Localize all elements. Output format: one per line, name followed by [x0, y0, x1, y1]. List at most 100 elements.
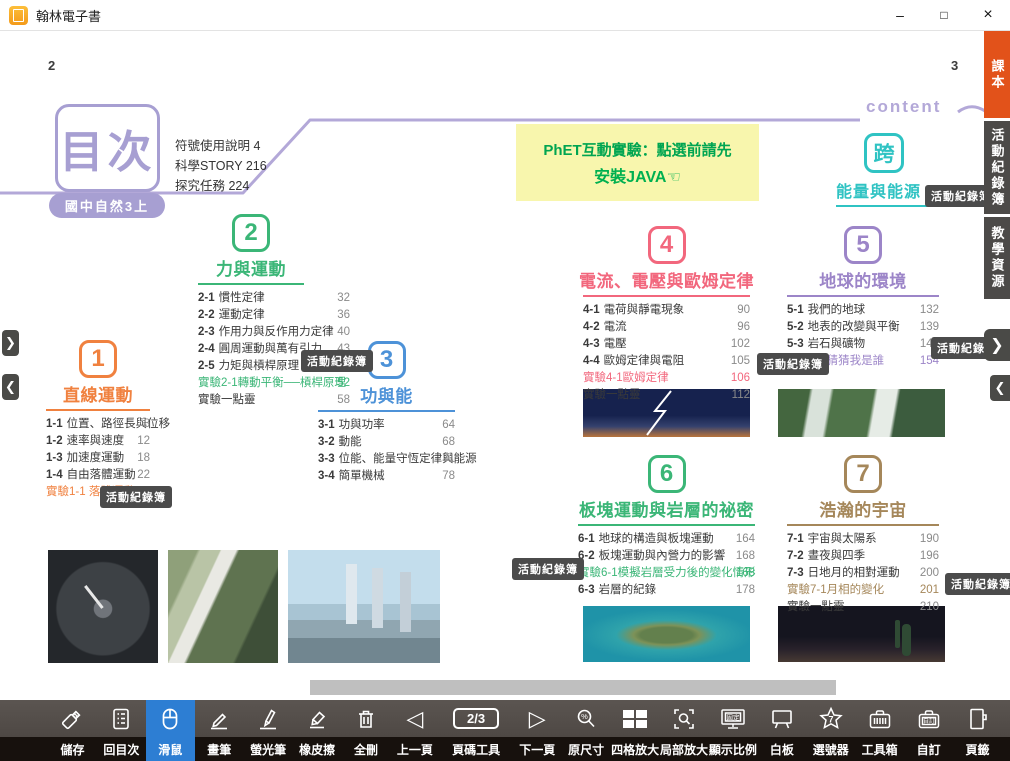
toc-item[interactable]: 實驗4-1歐姆定律106 [583, 370, 750, 387]
toc-item[interactable]: 1-1位置、路徑長與位移8 [46, 416, 150, 433]
toc-item[interactable]: 2-1慣性定律32 [198, 290, 350, 307]
chapter-1-number-icon[interactable]: 1 [79, 340, 117, 378]
display-ratio-button[interactable]: 固定 顯示比例 [708, 700, 757, 761]
chapter-4-rule [583, 295, 750, 297]
cross-unit-title[interactable]: 能量與能源 [836, 178, 921, 202]
activity-badge-ch6[interactable]: 活動紀錄簿 [512, 558, 584, 580]
activity-badge-ch4[interactable]: 活動紀錄簿 [757, 353, 829, 375]
toc-item[interactable]: 7-2晝夜與四季196 [787, 548, 939, 565]
next-page-button[interactable]: ▷ 下一頁 [513, 700, 562, 761]
toc-item[interactable]: 2-2運動定律36 [198, 307, 350, 324]
toc-item-title: 加速度運動 [67, 450, 128, 467]
chapter-6-number-icon[interactable]: 6 [648, 455, 686, 493]
activity-badge-ch1[interactable]: 活動紀錄簿 [100, 486, 172, 508]
mouse-tool-button[interactable]: 滑鼠 [146, 700, 195, 761]
horizontal-scrollbar[interactable] [310, 680, 836, 695]
left-edge-forward-arrow[interactable]: ❯ [2, 330, 19, 356]
toc-item-title: 歐姆定律與電阻 [604, 353, 727, 370]
tab-teaching-resources[interactable]: 教學資源 [984, 217, 1010, 299]
chapter-5-number-icon[interactable]: 5 [844, 226, 882, 264]
original-size-button[interactable]: % 原尺寸 [562, 700, 611, 761]
front-matter-item[interactable]: 探究任務 224 [175, 176, 267, 196]
toc-item[interactable]: 5-1我們的地球132 [787, 302, 939, 319]
close-button[interactable]: × [966, 0, 1010, 30]
custom-button[interactable]: 自訂 自訂 [904, 700, 953, 761]
activity-badge-ch2[interactable]: 活動紀錄簿 [301, 350, 373, 372]
toc-item[interactable]: 6-2板塊運動與內營力的影響168 [578, 548, 755, 565]
toc-item[interactable]: 實驗7-1月相的變化201 [787, 582, 939, 599]
toc-item-page: 78 [437, 468, 455, 485]
mouse-icon [157, 700, 183, 737]
four-grid-zoom-button[interactable]: 四格放大 [611, 700, 660, 761]
toc-item-number: 1-3 [46, 450, 63, 467]
chapter-7-title[interactable]: 浩瀚的宇宙 [819, 496, 907, 521]
toc-item[interactable]: 1-3加速度運動18 [46, 450, 150, 467]
page-indicator[interactable]: 2/3 [453, 708, 499, 729]
tab-textbook[interactable]: 課本 [984, 31, 1010, 118]
eraser-tool-button[interactable]: 橡皮擦 [293, 700, 342, 761]
save-button[interactable]: 儲存 [48, 700, 97, 761]
toc-item[interactable]: 5-3岩石與礦物149 [787, 336, 939, 353]
minimize-button[interactable]: – [878, 0, 922, 30]
title-bar: 翰林電子書 – □ × [0, 0, 1010, 31]
pointing-hand-icon: ☜ [666, 169, 680, 186]
front-matter-item[interactable]: 符號使用說明 4 [175, 136, 267, 156]
chapter-4-title[interactable]: 電流、電壓與歐姆定律 [579, 267, 754, 292]
left-edge-back-arrow[interactable]: ❮ [2, 374, 19, 400]
chapter-7-items: 7-1宇宙與太陽系1907-2晝夜與四季1967-3日地月的相對運動200實驗7… [787, 531, 939, 616]
chapter-1-title[interactable]: 直線運動 [63, 381, 133, 406]
front-matter-item[interactable]: 科學STORY 216 [175, 156, 267, 176]
activity-badge-ch7[interactable]: 活動紀錄簿 [945, 573, 1010, 595]
toc-item[interactable]: 3-2動能68 [318, 434, 455, 451]
previous-page-button[interactable]: ◁ 上一頁 [390, 700, 439, 761]
maximize-button[interactable]: □ [922, 0, 966, 30]
toc-item[interactable]: 6-1地球的構造與板塊運動164 [578, 531, 755, 548]
chapter-5-title[interactable]: 地球的環境 [819, 267, 907, 292]
chapter-5: 5 地球的環境 5-1我們的地球1325-2地表的改變與平衡1395-3岩石與礦… [787, 226, 939, 370]
toc-item[interactable]: 4-4歐姆定律與電阻105 [583, 353, 750, 370]
chapter-6-title[interactable]: 板塊運動與岩層的祕密 [579, 496, 754, 521]
toc-item[interactable]: 4-1電荷與靜電現象90 [583, 302, 750, 319]
toc-item[interactable]: 5-2地表的改變與平衡139 [787, 319, 939, 336]
toc-item[interactable]: 4-2電流96 [583, 319, 750, 336]
toc-item[interactable]: 7-3日地月的相對運動200 [787, 565, 939, 582]
toc-item[interactable]: 7-1宇宙與太陽系190 [787, 531, 939, 548]
page-number-tool[interactable]: 2/3 頁碼工具 [439, 700, 512, 761]
phet-notice[interactable]: PhET互動實驗：點選前請先 安裝JAVA☜ [516, 124, 759, 201]
chapter-2-number-icon[interactable]: 2 [232, 214, 270, 252]
chapter-4-number-icon[interactable]: 4 [648, 226, 686, 264]
partial-zoom-button[interactable]: 局部放大 [660, 700, 709, 761]
toolbox-button[interactable]: 工具箱 [855, 700, 904, 761]
toc-item-page: 36 [332, 307, 350, 324]
cross-unit-icon[interactable]: 跨 [864, 133, 904, 173]
number-picker-button[interactable]: 7 選號器 [806, 700, 855, 761]
content-label: content [866, 97, 941, 117]
page-tab-button[interactable]: 頁籤 [953, 700, 1002, 761]
toc-item[interactable]: 3-3位能、能量守恆定律與能源71 [318, 451, 455, 468]
toc-item-title: 電荷與靜電現象 [604, 302, 728, 319]
toc-item[interactable]: 3-1功與功率64 [318, 417, 455, 434]
toc-item[interactable]: 實驗一點靈112 [583, 387, 750, 404]
toc-item[interactable]: 實驗一點靈210 [787, 599, 939, 616]
toc-item[interactable]: 6-3岩層的紀錄178 [578, 582, 755, 599]
toc-item-number: 5-1 [787, 302, 804, 319]
toc-item[interactable]: 1-2速率與速度12 [46, 433, 150, 450]
highlighter-tool-button[interactable]: 螢光筆 [244, 700, 293, 761]
chapter-3-title[interactable]: 功與能 [360, 382, 413, 407]
toc-item[interactable]: 1-4自由落體運動22 [46, 467, 150, 484]
toc-item[interactable]: 2-3作用力與反作用力定律40 [198, 324, 350, 341]
pen-tool-button[interactable]: 畫筆 [195, 700, 244, 761]
toc-item[interactable]: 4-3電壓102 [583, 336, 750, 353]
right-edge-forward-arrow[interactable]: ❯ [984, 329, 1010, 361]
back-to-contents-button[interactable]: 回目次 [97, 700, 146, 761]
whiteboard-button[interactable]: 白板 [757, 700, 806, 761]
toc-item-title: 實驗7-1月相的變化 [787, 582, 916, 599]
delete-all-button[interactable]: 全刪 [342, 700, 391, 761]
tab-activity-notebook[interactable]: 活動紀錄簿 [984, 121, 1010, 214]
toc-item[interactable]: 實驗6-1模擬岩層受力後的變化情形168 [578, 565, 755, 582]
chapter-2-title[interactable]: 力與運動 [216, 255, 286, 280]
right-edge-back-arrow[interactable]: ❮ [990, 375, 1010, 401]
chapter-3-number-icon[interactable]: 3 [368, 341, 406, 379]
toc-item[interactable]: 3-4簡單機械78 [318, 468, 455, 485]
chapter-7-number-icon[interactable]: 7 [844, 455, 882, 493]
